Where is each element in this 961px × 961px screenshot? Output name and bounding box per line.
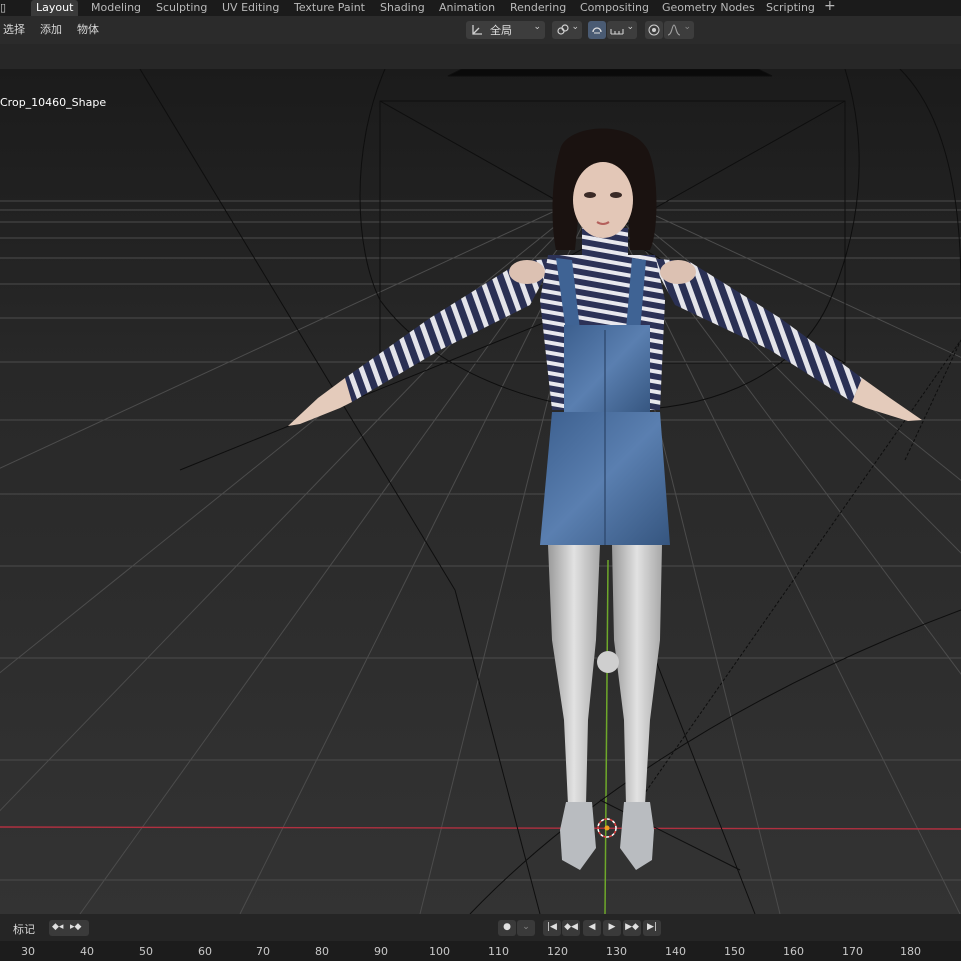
frame-tick: 70 bbox=[256, 945, 270, 958]
record-icon[interactable]: ● bbox=[498, 920, 516, 936]
tab-compositing[interactable]: Compositing bbox=[580, 0, 649, 16]
frame-tick: 90 bbox=[374, 945, 388, 958]
prev-key-icon[interactable]: ◆◀ bbox=[562, 920, 580, 936]
auto-key-dropdown[interactable]: ⌄ bbox=[517, 920, 535, 936]
tab-layout[interactable]: Layout bbox=[31, 0, 79, 16]
active-object-label: Crop_10460_Shape bbox=[0, 96, 107, 109]
chevron-down-icon: ⌄ bbox=[533, 22, 541, 32]
tab-geometry-nodes[interactable]: Geometry Nodes bbox=[662, 0, 755, 16]
frame-tick: 180 bbox=[900, 945, 921, 958]
axis-icon bbox=[472, 25, 482, 35]
timeline-header: 标记 ◆◂ ▸◆ ● ⌄ |◀ ◆◀ ◀ ▶ ▶◆ ▶| bbox=[0, 914, 961, 941]
tab-shading[interactable]: Shading bbox=[380, 0, 425, 16]
falloff-curve-icon bbox=[667, 24, 681, 36]
chevron-down-icon: ⌄ bbox=[683, 22, 691, 32]
play-reverse-icon[interactable]: ◀ bbox=[583, 920, 601, 936]
snap-target-dropdown[interactable]: ⌄ bbox=[607, 21, 637, 39]
frame-tick: 150 bbox=[724, 945, 745, 958]
jump-start-icon[interactable]: |◀ bbox=[543, 920, 561, 936]
tab-modeling[interactable]: Modeling bbox=[91, 0, 141, 16]
circle-dot-icon bbox=[648, 24, 660, 36]
menu-object[interactable]: 物体 bbox=[77, 16, 99, 44]
increment-icon bbox=[610, 29, 624, 35]
magnet-icon bbox=[592, 27, 602, 34]
3d-viewport[interactable] bbox=[0, 69, 961, 914]
frame-tick: 170 bbox=[842, 945, 863, 958]
link-icon bbox=[557, 24, 569, 35]
frame-tick: 100 bbox=[429, 945, 450, 958]
frame-tick: 160 bbox=[783, 945, 804, 958]
plus-icon[interactable]: + bbox=[824, 0, 836, 16]
orientation-label: 全局 bbox=[490, 24, 512, 37]
blender-menu-icon[interactable]: ▯ bbox=[0, 0, 6, 16]
frame-tick: 130 bbox=[606, 945, 627, 958]
viewport-header: 选择 添加 物体 全局 ⌄ ⌄ ⌄ ⌄ bbox=[0, 16, 961, 44]
frame-tick: 50 bbox=[139, 945, 153, 958]
timeline-ruler[interactable]: 30 40 50 60 70 80 90 100 110 120 130 140… bbox=[0, 941, 961, 961]
proportional-editing-toggle[interactable] bbox=[645, 21, 663, 39]
frame-tick: 30 bbox=[21, 945, 35, 958]
markers-label[interactable]: 标记 bbox=[13, 921, 35, 937]
tab-animation[interactable]: Animation bbox=[439, 0, 495, 16]
chevron-down-icon: ⌄ bbox=[571, 22, 579, 32]
keyframe-nav-group: ◆◂ ▸◆ bbox=[49, 920, 89, 936]
tab-scripting[interactable]: Scripting bbox=[766, 0, 815, 16]
diamond-left-icon[interactable]: ◆◂ bbox=[52, 920, 63, 935]
pivot-dropdown[interactable]: ⌄ bbox=[552, 21, 582, 39]
tab-texture-paint[interactable]: Texture Paint bbox=[294, 0, 365, 16]
tab-rendering[interactable]: Rendering bbox=[510, 0, 566, 16]
frame-tick: 60 bbox=[198, 945, 212, 958]
frame-tick: 40 bbox=[80, 945, 94, 958]
jump-end-icon[interactable]: ▶| bbox=[643, 920, 661, 936]
falloff-dropdown[interactable]: ⌄ bbox=[664, 21, 694, 39]
viewport-canvas bbox=[0, 69, 961, 914]
menu-add[interactable]: 添加 bbox=[40, 16, 62, 44]
chevron-down-icon: ⌄ bbox=[626, 22, 634, 32]
frame-tick: 140 bbox=[665, 945, 686, 958]
frame-tick: 80 bbox=[315, 945, 329, 958]
snap-toggle[interactable] bbox=[588, 21, 606, 39]
diamond-right-icon[interactable]: ▸◆ bbox=[70, 920, 81, 935]
workspace-tabbar: ▯ Layout Modeling Sculpting UV Editing T… bbox=[0, 0, 961, 16]
frame-tick: 120 bbox=[547, 945, 568, 958]
next-key-icon[interactable]: ▶◆ bbox=[623, 920, 641, 936]
play-icon[interactable]: ▶ bbox=[603, 920, 621, 936]
transform-orientation-dropdown[interactable]: 全局 ⌄ bbox=[466, 21, 545, 39]
tab-uv-editing[interactable]: UV Editing bbox=[222, 0, 279, 16]
frame-tick: 110 bbox=[488, 945, 509, 958]
viewport-tool-header bbox=[0, 44, 961, 69]
menu-select[interactable]: 选择 bbox=[3, 16, 25, 44]
tab-sculpting[interactable]: Sculpting bbox=[156, 0, 207, 16]
